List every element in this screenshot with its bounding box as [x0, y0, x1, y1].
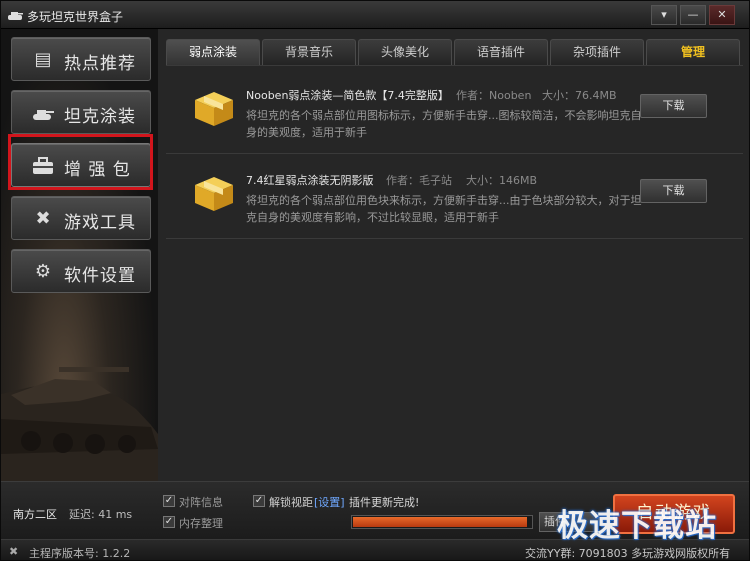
server-name: 南方二区 — [13, 508, 57, 521]
memory-cleanup-checkbox[interactable]: ✓ — [163, 516, 175, 528]
sidebar-item-tools[interactable]: ✖ 游戏工具 — [11, 196, 151, 240]
update-progress-bar — [351, 515, 533, 529]
tank-background-image — [1, 367, 158, 484]
plugin-description: 将坦克的各个弱点部位用色块来标示，方便新手击穿...由于色块部分较大，对于坦克自… — [246, 194, 642, 224]
window-title: 多玩坦克世界盒子 — [27, 10, 124, 24]
tab-voice-plugin[interactable]: 语音插件 — [454, 39, 548, 65]
hot-doc-icon: ▤ — [34, 49, 52, 70]
tank-icon — [32, 103, 54, 123]
plugin-title: Nooben弱点涂装—简色款【7.4完整版】 — [246, 89, 449, 102]
sidebar-item-label: 坦克涂装 — [64, 107, 136, 127]
tab-weakpoint-skins[interactable]: 弱点涂装 — [166, 39, 260, 65]
list-item: Nooben弱点涂装—简色款【7.4完整版】 作者：Nooben 大小：76.4… — [166, 74, 743, 154]
unlock-view-label: 解锁视距 — [269, 496, 313, 509]
sidebar-item-skins[interactable]: 坦克涂装 — [11, 90, 151, 134]
tab-bar: 弱点涂装 背景音乐 头像美化 语音插件 杂项插件 管理 — [166, 39, 743, 65]
unlock-view-checkbox[interactable]: ✓ — [253, 495, 265, 507]
tab-background-music[interactable]: 背景音乐 — [262, 39, 356, 65]
yy-group-label: 交流YY群: 7091803 多玩游戏网版权所有 — [525, 547, 731, 560]
package-icon — [195, 92, 233, 126]
tab-manage[interactable]: 管理 — [646, 39, 740, 65]
sidebar-item-settings[interactable]: ⚙ 软件设置 — [11, 249, 151, 293]
sidebar-item-label: 游戏工具 — [64, 213, 136, 233]
update-status: 插件更新完成! — [349, 496, 420, 509]
match-info-label: 对阵信息 — [179, 496, 223, 509]
plugin-size: 大小：76.4MB — [542, 89, 617, 102]
list-item: 7.4红星弱点涂装无阴影版 作者：毛子站 大小：146MB 将坦克的各个弱点部位… — [166, 159, 743, 239]
progress-fill — [353, 517, 527, 527]
plugin-size: 大小：146MB — [466, 174, 538, 187]
sidebar-item-hot[interactable]: ▤ 热点推荐 — [11, 37, 151, 81]
tools-icon: ✖ — [9, 545, 19, 558]
close-button[interactable]: ✕ — [709, 5, 735, 25]
app-window: 多玩坦克世界盒子 ▾ — ✕ ▤ 热点推荐 坦克涂装 增 强 包 ✖ 游戏工具 … — [0, 0, 750, 561]
sidebar: ▤ 热点推荐 坦克涂装 增 强 包 ✖ 游戏工具 ⚙ 软件设置 — [1, 29, 158, 484]
memory-cleanup-label: 内存整理 — [179, 517, 223, 530]
gear-icon: ⚙ — [34, 261, 52, 282]
selection-highlight — [8, 134, 153, 190]
plugin-list: Nooben弱点涂装—简色款【7.4完整版】 作者：Nooben 大小：76.4… — [166, 65, 743, 473]
latency-readout: 延迟: 41 ms — [69, 508, 133, 521]
sidebar-item-label: 热点推荐 — [64, 54, 136, 74]
tab-avatar[interactable]: 头像美化 — [358, 39, 452, 65]
download-button[interactable]: 下载 — [640, 94, 707, 118]
sidebar-item-label: 软件设置 — [64, 266, 136, 286]
plugin-author: 作者：毛子站 — [386, 174, 452, 187]
match-info-checkbox[interactable]: ✓ — [163, 495, 175, 507]
main-panel: 弱点涂装 背景音乐 头像美化 语音插件 杂项插件 管理 Nooben弱点涂装—简… — [158, 29, 749, 481]
plugin-author: 作者：Nooben — [456, 89, 532, 102]
plugin-description: 将坦克的各个弱点部位用图标标示，方便新手击穿...图标较简洁，不会影响坦克自身的… — [246, 109, 642, 139]
download-button[interactable]: 下载 — [640, 179, 707, 203]
version-label: 主程序版本号: 1.2.2 — [29, 547, 131, 560]
package-icon — [195, 177, 233, 211]
minimize-button[interactable]: — — [680, 5, 706, 25]
unlock-view-settings-link[interactable]: [设置] — [314, 494, 345, 510]
watermark: 极速下载站 — [557, 508, 717, 544]
tank-logo-icon — [8, 12, 23, 20]
title-bar[interactable]: 多玩坦克世界盒子 ▾ — ✕ — [1, 1, 749, 29]
tab-misc-plugin[interactable]: 杂项插件 — [550, 39, 644, 65]
tools-icon: ✖ — [35, 208, 51, 229]
menu-dropdown-button[interactable]: ▾ — [651, 5, 677, 25]
plugin-title: 7.4红星弱点涂装无阴影版 — [246, 174, 374, 187]
